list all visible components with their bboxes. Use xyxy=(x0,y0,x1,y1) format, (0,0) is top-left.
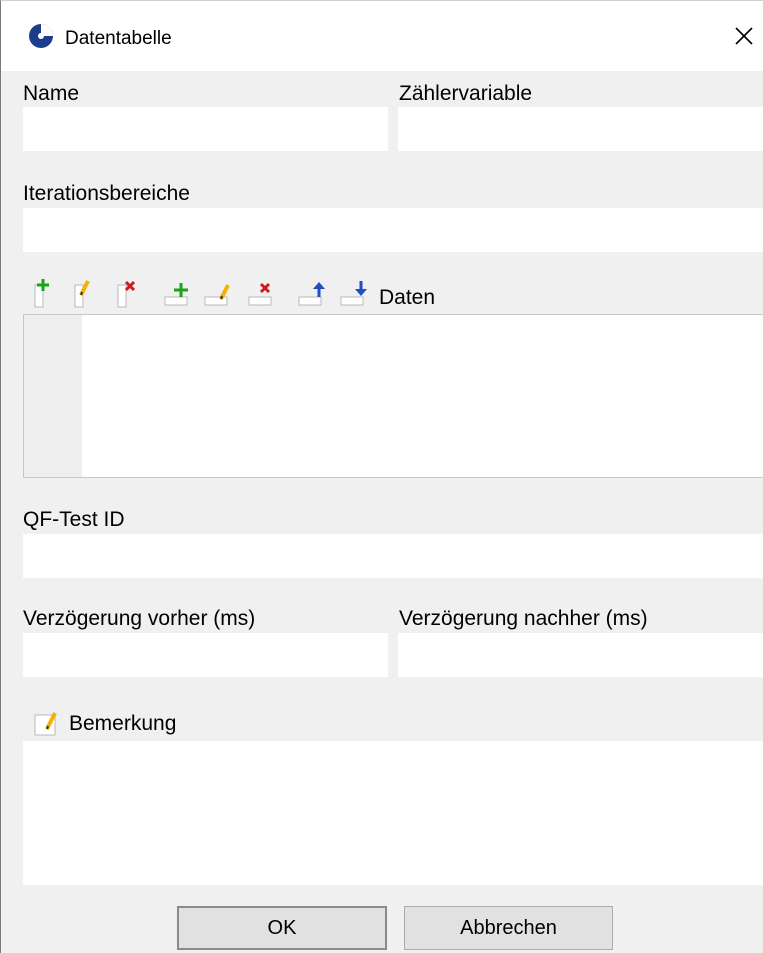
name-label: Name xyxy=(23,82,80,105)
add-row-icon[interactable] xyxy=(163,273,195,309)
add-column-icon[interactable] xyxy=(29,273,61,309)
comment-textarea[interactable] xyxy=(23,741,763,885)
delay-after-label: Verzögerung nachher (ms) xyxy=(399,607,648,630)
data-table[interactable] xyxy=(23,314,763,478)
delete-row-icon[interactable] xyxy=(247,273,279,309)
move-down-icon[interactable] xyxy=(339,273,371,309)
close-icon[interactable] xyxy=(729,21,759,51)
edit-column-icon[interactable] xyxy=(69,273,101,309)
delay-before-label: Verzögerung vorher (ms) xyxy=(23,607,256,630)
dialog-window: Datentabelle Name Zählervariable Iterati… xyxy=(0,0,763,953)
edit-comment-icon[interactable] xyxy=(31,705,63,737)
iteration-ranges-label: Iterationsbereiche xyxy=(23,182,190,205)
qftest-logo-icon xyxy=(28,23,54,49)
iteration-ranges-field[interactable] xyxy=(23,208,763,252)
counter-variable-label: Zählervariable xyxy=(399,82,533,105)
counter-variable-field[interactable] xyxy=(398,107,763,151)
move-up-icon[interactable] xyxy=(297,273,329,309)
delay-after-field[interactable] xyxy=(398,633,763,677)
ok-button[interactable]: OK xyxy=(177,906,387,950)
window-title: Datentabelle xyxy=(65,28,172,49)
delay-before-field[interactable] xyxy=(23,633,388,677)
row-header-column xyxy=(24,315,82,477)
cancel-button[interactable]: Abbrechen xyxy=(404,906,613,950)
title-bar: Datentabelle xyxy=(1,1,763,71)
delete-column-icon[interactable] xyxy=(112,273,144,309)
edit-row-icon[interactable] xyxy=(203,273,235,309)
comment-label: Bemerkung xyxy=(69,712,177,735)
qftest-id-label: QF-Test ID xyxy=(23,508,125,531)
name-field[interactable] xyxy=(23,107,388,151)
data-label: Daten xyxy=(379,286,436,309)
qftest-id-field[interactable] xyxy=(23,534,763,578)
